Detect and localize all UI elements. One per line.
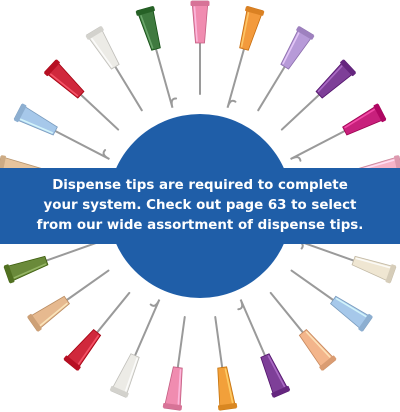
dispense-tip-green bbox=[135, 5, 178, 109]
dispense-tip-pink bbox=[190, 0, 210, 95]
dispense-tip-cream-2 bbox=[85, 26, 143, 112]
dispense-tip-peach bbox=[269, 291, 337, 371]
tip-flange bbox=[190, 1, 210, 6]
dispense-tip-tan bbox=[27, 269, 110, 332]
tip-needle bbox=[134, 299, 161, 357]
dispense-tips-illustration bbox=[0, 0, 400, 411]
dispense-tip-lavender bbox=[257, 26, 315, 112]
dispense-tip-purple bbox=[280, 59, 356, 131]
tip-needle bbox=[295, 239, 355, 262]
dispense-tip-white bbox=[109, 299, 161, 398]
banner-band bbox=[0, 168, 400, 244]
tip-needle bbox=[79, 93, 120, 131]
tip-needle bbox=[290, 269, 335, 301]
tip-needle bbox=[214, 315, 224, 369]
tip-needle bbox=[226, 48, 245, 109]
tip-needle bbox=[290, 130, 346, 162]
dispense-tip-orange bbox=[226, 5, 265, 109]
tip-needle bbox=[114, 65, 143, 112]
tip-needle bbox=[176, 315, 186, 369]
tip-needle bbox=[54, 130, 110, 160]
dispense-tip-purple-2 bbox=[237, 299, 291, 398]
tip-needle bbox=[65, 269, 110, 301]
tip-needle bbox=[155, 48, 178, 109]
tip-needle bbox=[96, 291, 131, 334]
dispense-tip-magenta bbox=[290, 103, 387, 162]
tip-needle bbox=[257, 65, 286, 112]
tip-needle bbox=[269, 291, 304, 334]
tip-needle bbox=[237, 299, 266, 357]
center-badge bbox=[0, 114, 400, 298]
dispense-tip-red bbox=[63, 291, 131, 371]
dispense-tip-pink-2 bbox=[162, 315, 186, 411]
dispense-tip-red-2 bbox=[44, 59, 120, 131]
dispense-tip-light-blue bbox=[290, 269, 373, 332]
dispense-tip-amber bbox=[214, 315, 238, 411]
dispense-tip-light-blue-2 bbox=[13, 103, 110, 160]
tip-needle bbox=[280, 93, 321, 131]
